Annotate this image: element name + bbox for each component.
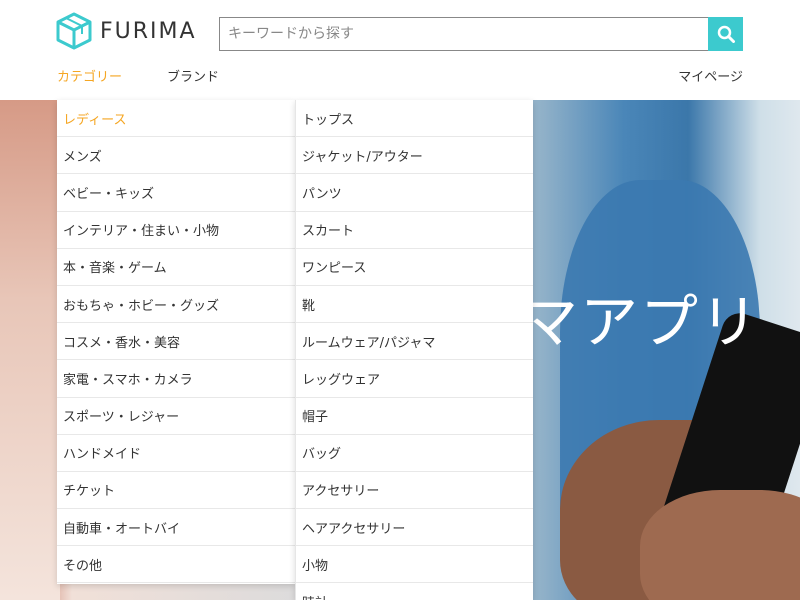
subcategory-menu-item[interactable]: ルームウェア/パジャマ [296, 323, 533, 361]
category-menu-item[interactable]: インテリア・住まい・小物 [57, 212, 295, 249]
category-menu-item[interactable]: ハンドメイド [57, 435, 295, 472]
category-menu-item[interactable]: ベビー・キッズ [57, 174, 295, 212]
category-menu-item[interactable]: おもちゃ・ホビー・グッズ [57, 286, 295, 324]
category-menu-item[interactable]: その他 [57, 546, 295, 584]
subcategory-menu-item[interactable]: バッグ [296, 435, 533, 472]
subcategory-menu-item[interactable]: トップス [296, 100, 533, 138]
subcategory-menu-item[interactable]: ジャケット/アウター [296, 137, 533, 175]
category-menu-item[interactable]: 家電・スマホ・カメラ [57, 360, 295, 398]
cube-logo-icon [56, 12, 92, 50]
hero-hand-front [640, 490, 800, 600]
subcategory-menu-item[interactable]: 帽子 [296, 398, 533, 435]
category-menu-item[interactable]: メンズ [57, 137, 295, 175]
subcategory-menu-item[interactable]: 靴 [296, 286, 533, 324]
subcategory-menu-item[interactable]: ヘアアクセサリー [296, 509, 533, 547]
search-icon [717, 25, 735, 43]
subcategory-menu-item[interactable]: 時計 [296, 583, 533, 600]
subcategory-menu-item[interactable]: パンツ [296, 174, 533, 212]
subcategory-menu-item[interactable]: レッグウェア [296, 360, 533, 398]
nav-category[interactable]: カテゴリー [57, 66, 122, 85]
category-menu-item[interactable]: スポーツ・レジャー [57, 398, 295, 435]
category-menu: レディース メンズ ベビー・キッズ インテリア・住まい・小物 本・音楽・ゲーム おもちゃ・… [57, 100, 295, 584]
subcategory-menu-item[interactable]: 小物 [296, 546, 533, 584]
search-bar [219, 17, 743, 51]
logo-text: FURIMA [100, 18, 197, 44]
subcategory-menu-item[interactable]: ワンピース [296, 249, 533, 286]
site-header: FURIMA カテゴリー ブランド マイページ [0, 0, 800, 100]
nav-brand[interactable]: ブランド [167, 66, 219, 85]
subcategory-menu-item[interactable]: スカート [296, 212, 533, 249]
category-menu-item[interactable]: チケット [57, 472, 295, 510]
subcategory-menu: トップス ジャケット/アウター パンツ スカート ワンピース靴ルームウェア/パジャマ レッ… [295, 100, 533, 600]
search-button[interactable] [708, 17, 743, 51]
hero-text: マアプリ [520, 288, 761, 356]
site-logo[interactable]: FURIMA [56, 12, 197, 50]
category-menu-item[interactable]: 本・音楽・ゲーム [57, 249, 295, 286]
category-menu-item[interactable]: コスメ・香水・美容 [57, 323, 295, 361]
nav-mypage[interactable]: マイページ [678, 66, 743, 85]
search-input[interactable] [219, 17, 708, 51]
hero-background-left [0, 100, 60, 600]
subcategory-menu-item[interactable]: アクセサリー [296, 472, 533, 510]
category-menu-item[interactable]: 自動車・オートバイ [57, 509, 295, 547]
category-menu-item[interactable]: レディース [57, 100, 295, 138]
